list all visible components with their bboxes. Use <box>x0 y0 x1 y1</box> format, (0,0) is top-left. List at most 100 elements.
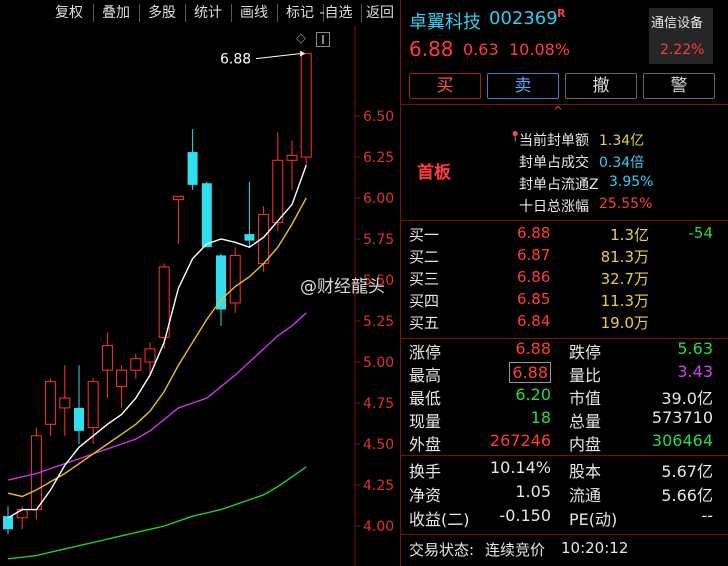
candle-body <box>172 195 184 201</box>
divider <box>401 534 728 535</box>
bid-volume: 32.7万 <box>600 270 649 288</box>
sector-box[interactable]: 通信设备 2.22% <box>649 8 713 64</box>
y-tick-label: 5.75 <box>363 232 394 248</box>
quote-label: 最低 <box>409 389 442 408</box>
toolbar-separator <box>139 4 140 22</box>
bid-volume-delta: -54 <box>688 224 714 242</box>
sector-pct: 2.22% <box>660 42 705 58</box>
sell-button[interactable]: 卖 <box>487 73 559 99</box>
current-price: 6.88 <box>409 37 454 61</box>
bid-level-label: 买四 <box>409 292 440 310</box>
quote-label: 涨停 <box>409 343 442 362</box>
bid-level-label: 买一 <box>409 226 440 244</box>
stock-code: 002369 <box>489 8 558 29</box>
fundamental-value: -- <box>701 506 713 525</box>
quote-label: 市值 <box>569 389 602 408</box>
quote-value: 6.20 <box>515 385 551 404</box>
fundamental-label: 换手 <box>409 462 442 481</box>
fundamental-value: -0.150 <box>499 506 551 525</box>
high-price-label: 6.88 <box>220 52 251 68</box>
fundamental-value: 5.66亿 <box>661 486 713 505</box>
fundamental-value: 1.05 <box>515 482 551 501</box>
bid-level-label: 买三 <box>409 270 440 288</box>
toolbar-separator <box>93 4 94 22</box>
candle-body <box>300 53 312 158</box>
toolbar-stats-button[interactable]: 统计 <box>187 0 229 26</box>
bid-price: 6.84 <box>517 312 551 330</box>
candle-body <box>45 381 57 425</box>
candle-body <box>59 397 71 409</box>
buy-button[interactable]: 买 <box>409 73 481 99</box>
quote-label: 量比 <box>569 366 602 385</box>
bid-level-label: 买五 <box>409 314 440 332</box>
window-toggle-icon[interactable] <box>316 32 330 47</box>
price-change: 0.63 <box>463 40 499 59</box>
quote-value: 267246 <box>489 431 551 450</box>
y-tick-label: 6.50 <box>363 109 394 125</box>
toolbar-separator <box>185 4 186 22</box>
diamond-icon[interactable]: ◇ <box>296 31 306 46</box>
trade-status-value: 连续竞价 <box>485 541 546 559</box>
candle-body <box>87 381 99 429</box>
seal-to-float-value: 3.95% <box>609 174 654 190</box>
quote-value: 6.88 <box>509 362 551 383</box>
candle-body <box>272 159 284 224</box>
candle-body <box>144 348 156 363</box>
candle-body <box>201 183 212 248</box>
toolbar-separator <box>231 4 232 22</box>
y-tick-label: 4.75 <box>363 396 394 412</box>
toolbar-separator <box>277 4 278 22</box>
bid-volume: 19.0万 <box>600 314 649 332</box>
bid-level-label: 买二 <box>409 248 440 266</box>
quote-value: 306464 <box>651 431 713 450</box>
bid-price: 6.87 <box>517 246 551 264</box>
divider <box>401 455 728 456</box>
fundamental-label: 流通 <box>569 486 602 505</box>
trade-status-time: 10:20:12 <box>561 539 629 557</box>
candle-body <box>74 407 84 431</box>
seal-to-float-label: 封单占流通Z <box>519 177 599 193</box>
toolbar-overlay-button[interactable]: 叠加 <box>95 0 137 26</box>
bid-price: 6.86 <box>517 268 551 286</box>
toolbar-back-button[interactable]: 返回 <box>361 0 399 26</box>
high-arrow-line <box>255 53 301 60</box>
candle-body <box>229 254 241 304</box>
divider <box>401 220 728 221</box>
candle-body <box>116 369 128 388</box>
quote-label: 内盘 <box>569 435 602 454</box>
candle-body <box>3 516 13 530</box>
y-tick-label: 6.25 <box>363 150 394 166</box>
quote-label: 最高 <box>409 366 442 385</box>
cancel-order-button[interactable]: 撤 <box>565 73 637 99</box>
y-tick-label: 4.25 <box>363 478 394 494</box>
y-tick-label: 4.00 <box>363 519 394 535</box>
sector-name: 通信设备 <box>651 16 704 31</box>
fundamental-label: PE(动) <box>569 510 618 529</box>
toolbar-watchlist-button[interactable]: -自选 <box>313 0 359 26</box>
toolbar-draw-button[interactable]: 画线 <box>233 0 275 26</box>
toolbar-multistock-button[interactable]: 多股 <box>141 0 183 26</box>
quote-value: 573710 <box>651 408 713 427</box>
candle-body <box>130 358 142 371</box>
stock-name: 卓翼科技 <box>409 12 481 33</box>
bid-volume: 81.3万 <box>600 248 649 266</box>
alert-button[interactable]: 警 <box>643 73 715 99</box>
seal-amount-value: 1.34亿 <box>599 133 645 149</box>
fundamental-label: 净资 <box>409 486 442 505</box>
fundamental-value: 5.67亿 <box>661 462 713 481</box>
candle-body <box>101 345 113 371</box>
bid-volume: 11.3万 <box>600 292 649 310</box>
first-board-badge: 首板 <box>417 163 451 183</box>
fundamental-label: 股本 <box>569 462 602 481</box>
toolbar-fuquan-button[interactable]: 复权 <box>47 0 91 26</box>
quote-value: 5.63 <box>677 339 713 358</box>
candle-body <box>286 154 298 161</box>
candle-body <box>244 234 255 241</box>
quote-value: 3.43 <box>677 362 713 381</box>
collapse-chevron-icon[interactable]: ^ <box>553 104 563 118</box>
ten-day-gain-label: 十日总涨幅 <box>519 199 589 215</box>
trade-status-label: 交易状态: <box>409 541 475 559</box>
r-badge: R <box>557 7 566 20</box>
quote-label: 外盘 <box>409 435 442 454</box>
price-change-pct: 10.08% <box>509 40 571 59</box>
